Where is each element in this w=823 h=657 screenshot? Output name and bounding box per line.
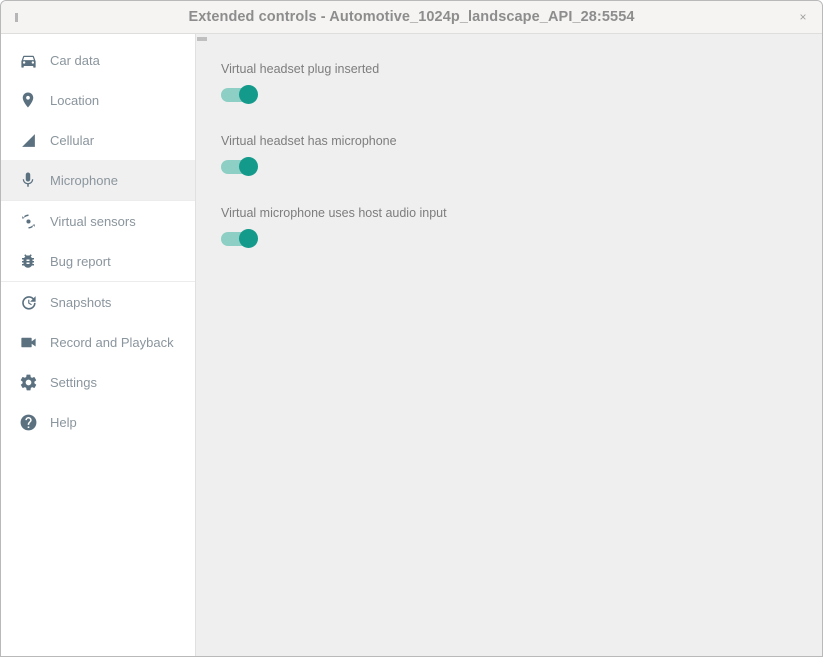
sidebar-item-label: Microphone: [50, 173, 118, 188]
sidebar-item-snapshots[interactable]: Snapshots: [1, 282, 195, 322]
microphone-icon: [17, 169, 39, 191]
toggle-knob: [239, 157, 258, 176]
sidebar-item-cellular[interactable]: Cellular: [1, 120, 195, 160]
gear-icon: [17, 371, 39, 393]
cellular-signal-icon: [17, 129, 39, 151]
toggle-virtual-headset-plug-inserted[interactable]: [221, 85, 258, 104]
setting-virtual-microphone-uses-host-audio-input: Virtual microphone uses host audio input: [221, 206, 822, 248]
sidebar-item-label: Help: [50, 415, 77, 430]
microphone-settings-panel: Virtual headset plug inserted Virtual he…: [196, 34, 822, 657]
setting-virtual-headset-plug-inserted: Virtual headset plug inserted: [221, 62, 822, 104]
sidebar-item-label: Virtual sensors: [50, 214, 136, 229]
sidebar-item-label: Car data: [50, 53, 100, 68]
toggle-virtual-headset-has-microphone[interactable]: [221, 157, 258, 176]
sidebar-item-car-data[interactable]: Car data: [1, 40, 195, 80]
setting-label: Virtual headset plug inserted: [221, 62, 822, 76]
sidebar-item-virtual-sensors[interactable]: Virtual sensors: [1, 201, 195, 241]
sidebar-item-label: Location: [50, 93, 99, 108]
sidebar-item-help[interactable]: Help: [1, 402, 195, 442]
rotation-sensor-icon: [17, 210, 39, 232]
setting-label: Virtual microphone uses host audio input: [221, 206, 822, 220]
sidebar-group-1: Car data Location Cellular: [1, 40, 195, 201]
sidebar-item-location[interactable]: Location: [1, 80, 195, 120]
close-icon[interactable]: ×: [796, 10, 810, 24]
window-body: Car data Location Cellular: [1, 34, 822, 657]
toggle-knob: [239, 85, 258, 104]
toggle-knob: [239, 229, 258, 248]
location-pin-icon: [17, 89, 39, 111]
sidebar-item-record-and-playback[interactable]: Record and Playback: [1, 322, 195, 362]
window-menu-glyph: [15, 13, 18, 22]
sidebar-nav: Car data Location Cellular: [1, 34, 196, 657]
sidebar-item-settings[interactable]: Settings: [1, 362, 195, 402]
setting-label: Virtual headset has microphone: [221, 134, 822, 148]
sidebar-item-label: Settings: [50, 375, 97, 390]
sidebar-item-label: Bug report: [50, 254, 111, 269]
video-camera-icon: [17, 331, 39, 353]
bug-icon: [17, 250, 39, 272]
toggle-virtual-microphone-uses-host-audio-input[interactable]: [221, 229, 258, 248]
setting-virtual-headset-has-microphone: Virtual headset has microphone: [221, 134, 822, 176]
sidebar-group-2: Virtual sensors Bug report: [1, 201, 195, 282]
sidebar-group-3: Snapshots Record and Playback Settings: [1, 282, 195, 442]
window-titlebar: Extended controls - Automotive_1024p_lan…: [1, 1, 822, 34]
car-icon: [17, 49, 39, 71]
sidebar-item-bug-report[interactable]: Bug report: [1, 241, 195, 281]
scroll-indicator[interactable]: [197, 37, 207, 41]
sidebar-item-label: Cellular: [50, 133, 94, 148]
extended-controls-window: Extended controls - Automotive_1024p_lan…: [0, 0, 823, 657]
sidebar-item-microphone[interactable]: Microphone: [1, 160, 195, 200]
help-circle-icon: [17, 411, 39, 433]
window-title: Extended controls - Automotive_1024p_lan…: [188, 9, 634, 25]
history-clock-icon: [17, 291, 39, 313]
sidebar-item-label: Record and Playback: [50, 335, 174, 350]
sidebar-item-label: Snapshots: [50, 295, 111, 310]
